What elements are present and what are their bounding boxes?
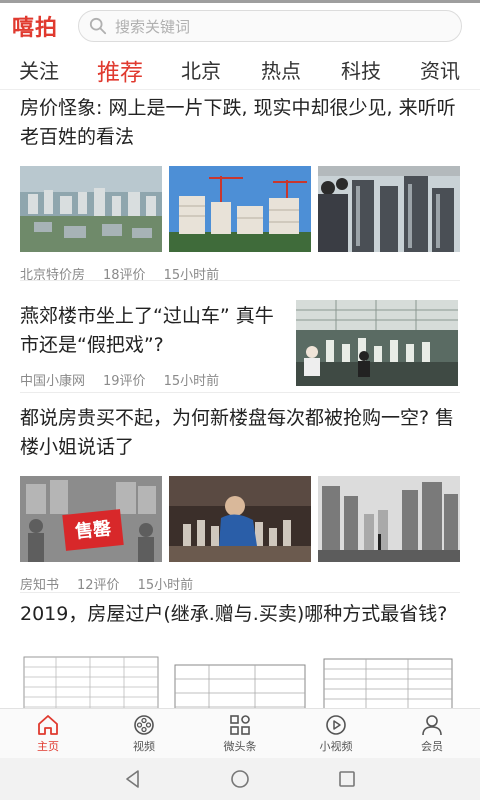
search-box[interactable]: 搜索关键词 xyxy=(78,10,462,42)
article-time: 15小时前 xyxy=(137,578,194,593)
nav-micro-headline[interactable]: 微头条 xyxy=(192,709,288,758)
article-comments: 19评价 xyxy=(103,374,146,389)
tab-news[interactable]: 资讯 xyxy=(400,55,480,84)
home-circle-icon[interactable] xyxy=(229,768,251,790)
play-circle-icon xyxy=(326,714,346,735)
article-title[interactable]: 燕郊楼市坐上了“过山车” 真牛市还是“假把戏”? xyxy=(20,302,282,360)
nav-label: 主页 xyxy=(37,739,59,753)
apartment-towers-photo[interactable] xyxy=(169,166,311,252)
model-viewer-photo[interactable] xyxy=(169,476,311,562)
film-reel-icon xyxy=(134,714,154,735)
sold-out-sign-photo[interactable]: 售罄 xyxy=(20,476,162,562)
article-card[interactable]: 房价怪象: 网上是一片下跌, 现实中却很少见, 来听听老百姓的看法 北京特价房 … xyxy=(0,90,480,283)
app-header: 嘻拍 搜索关键词 xyxy=(0,3,480,49)
article-card[interactable]: 2019，房屋过户(继承.赠与.买卖)哪种方式最省钱? xyxy=(0,600,480,708)
article-meta: 房知书 12评价 15小时前 xyxy=(20,574,460,593)
tab-hot[interactable]: 热点 xyxy=(240,55,322,84)
grid-icon xyxy=(230,714,250,735)
nav-video[interactable]: 视频 xyxy=(96,709,192,758)
bottom-nav: 主页 视频 微头条 小视频 会员 xyxy=(0,708,480,758)
recent-apps-icon[interactable] xyxy=(336,768,358,790)
divider xyxy=(20,280,460,281)
back-icon[interactable] xyxy=(122,768,144,790)
article-title[interactable]: 都说房贵买不起，为何新楼盘每次都被抢购一空? 售楼小姐说话了 xyxy=(20,400,460,462)
app-logo[interactable]: 嘻拍 xyxy=(12,10,78,42)
nav-label: 小视频 xyxy=(319,739,353,753)
document-table-1[interactable] xyxy=(20,649,162,708)
aerial-city-photo[interactable] xyxy=(20,166,162,252)
article-title[interactable]: 房价怪象: 网上是一片下跌, 现实中却很少见, 来听听老百姓的看法 xyxy=(20,90,460,152)
sold-out-sign-text: 售罄 xyxy=(74,517,112,543)
article-card[interactable]: 都说房贵买不起，为何新楼盘每次都被抢购一空? 售楼小姐说话了 售罄 房知书 12… xyxy=(0,400,480,593)
article-time: 15小时前 xyxy=(163,374,220,389)
divider xyxy=(20,392,460,393)
user-icon xyxy=(422,714,442,735)
nav-label: 微头条 xyxy=(223,739,257,753)
article-comments: 12评价 xyxy=(77,578,120,593)
home-icon xyxy=(38,714,58,735)
tab-tech[interactable]: 科技 xyxy=(322,55,400,84)
channel-tabs: 关注 推荐 北京 热点 科技 资讯 xyxy=(0,50,480,90)
tab-following[interactable]: 关注 xyxy=(0,55,78,84)
article-title[interactable]: 2019，房屋过户(继承.赠与.买卖)哪种方式最省钱? xyxy=(20,600,460,629)
nav-label: 视频 xyxy=(133,739,155,753)
nav-label: 会员 xyxy=(421,739,443,753)
article-meta: 中国小康网 19评价 15小时前 xyxy=(20,370,282,389)
nav-member[interactable]: 会员 xyxy=(384,709,480,758)
sales-model-photo[interactable] xyxy=(296,300,458,386)
news-feed[interactable]: 房价怪象: 网上是一片下跌, 现实中却很少见, 来听听老百姓的看法 北京特价房 … xyxy=(0,90,480,708)
system-nav-bar xyxy=(0,758,480,800)
street-towers-photo[interactable] xyxy=(318,476,460,562)
article-source[interactable]: 中国小康网 xyxy=(20,370,85,389)
nav-short-video[interactable]: 小视频 xyxy=(288,709,384,758)
article-card[interactable]: 燕郊楼市坐上了“过山车” 真牛市还是“假把戏”? 中国小康网 19评价 15小时… xyxy=(0,290,480,389)
tab-beijing[interactable]: 北京 xyxy=(162,55,240,84)
nav-home[interactable]: 主页 xyxy=(0,709,96,758)
search-placeholder: 搜索关键词 xyxy=(115,17,191,36)
tab-recommended[interactable]: 推荐 xyxy=(78,53,162,87)
article-source[interactable]: 房知书 xyxy=(20,574,59,593)
document-table-3[interactable] xyxy=(318,649,460,708)
crowd-towers-photo[interactable] xyxy=(318,166,460,252)
search-icon xyxy=(89,17,107,35)
document-table-2[interactable] xyxy=(169,649,311,708)
divider xyxy=(20,592,460,593)
